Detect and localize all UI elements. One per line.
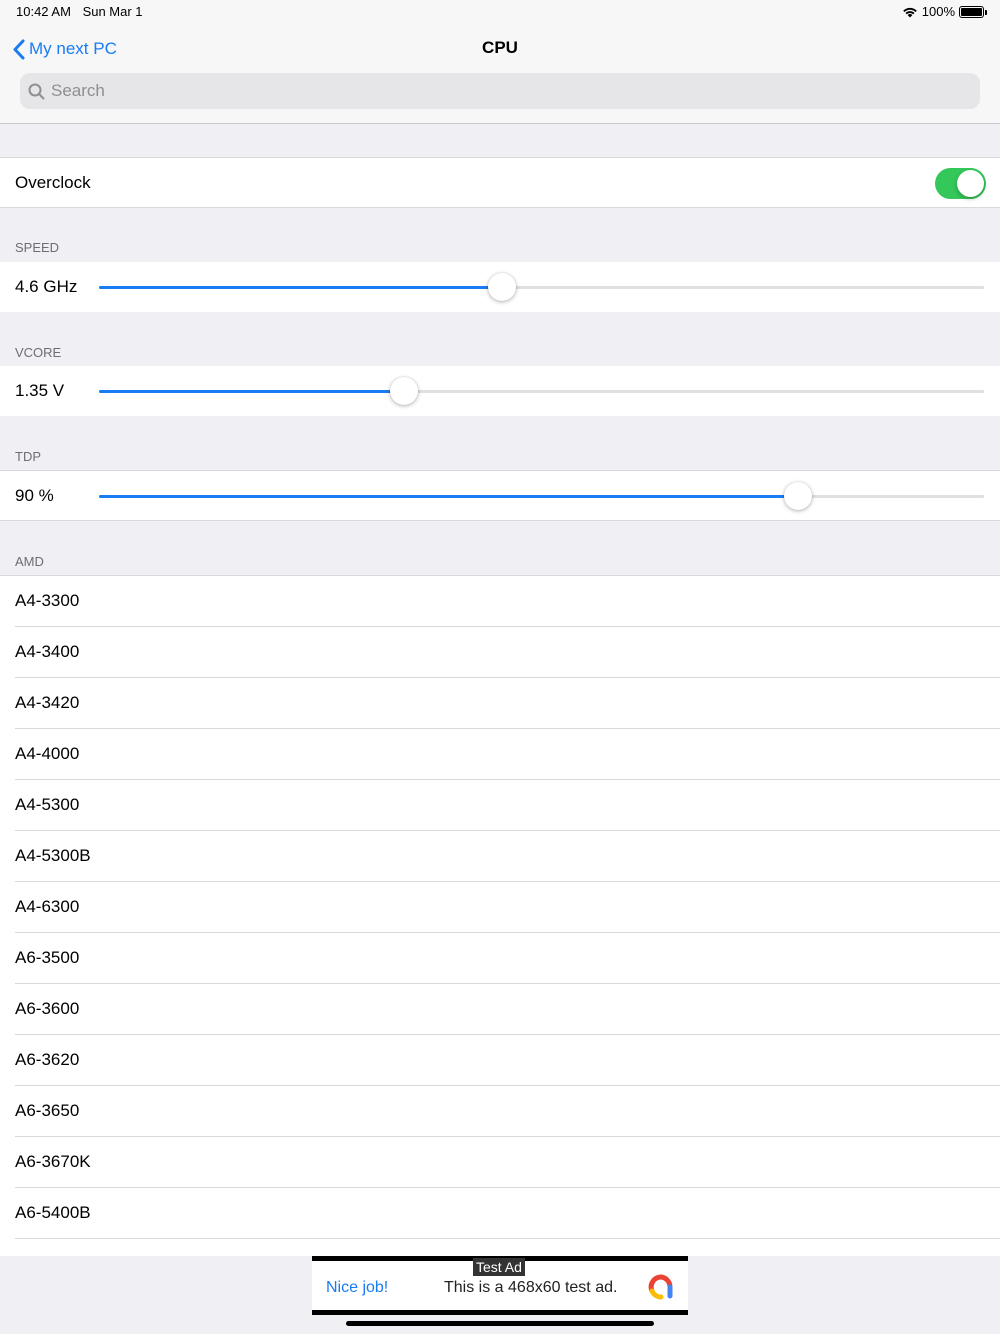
status-left: 10:42 AM Sun Mar 1 — [16, 4, 151, 19]
navigation-bar: My next PC CPU — [0, 24, 1000, 124]
home-indicator — [346, 1321, 654, 1326]
search-input[interactable] — [51, 81, 951, 101]
toggle-knob — [957, 170, 984, 197]
list-item-label: A4-5300B — [15, 846, 91, 865]
search-icon — [28, 83, 45, 99]
status-date: Sun Mar 1 — [82, 4, 143, 19]
ad-banner[interactable]: Test Ad Nice job! This is a 468x60 test … — [312, 1256, 688, 1315]
overclock-cell: Overclock — [0, 157, 1000, 208]
speed-value: 4.6 GHz — [15, 277, 78, 296]
list-item[interactable]: A6-5400B — [0, 1188, 1000, 1239]
list-item[interactable]: A4-5300 — [0, 780, 1000, 831]
status-time: 10:42 AM — [16, 4, 71, 19]
ad-headline: Nice job! — [326, 1279, 389, 1296]
list-item-label: A6-3620 — [15, 1050, 80, 1069]
ad-label: Test Ad — [473, 1258, 525, 1276]
battery-percent: 100% — [921, 4, 955, 19]
section-header-tdp: TDP — [15, 449, 41, 464]
tdp-slider[interactable] — [99, 482, 984, 510]
list-item[interactable]: A4-5300B — [0, 831, 1000, 882]
list-item[interactable]: A6-3500 — [0, 933, 1000, 984]
vcore-value: 1.35 V — [15, 381, 65, 400]
status-right: 100% — [902, 4, 987, 19]
battery-icon — [959, 5, 987, 18]
list-item-label: A4-3300 — [15, 591, 80, 610]
ad-body: This is a 468x60 test ad. — [444, 1279, 618, 1296]
speed-cell: 4.6 GHz — [0, 262, 1000, 312]
section-header-speed: SPEED — [15, 240, 60, 255]
list-item-label: A4-3400 — [15, 642, 80, 661]
list-item[interactable]: A4-4000 — [0, 729, 1000, 780]
overclock-toggle[interactable] — [935, 168, 986, 199]
slider-thumb[interactable] — [784, 482, 813, 510]
speed-slider[interactable] — [99, 273, 984, 301]
list-item-label: A6-3600 — [15, 999, 80, 1018]
list-item[interactable]: A4-3420 — [0, 678, 1000, 729]
cpu-list: A4-3300 A4-3400 A4-3420 A4-4000 A4-5300 A4-53… — [0, 575, 1000, 1256]
page-title: CPU — [482, 38, 518, 57]
list-item[interactable]: A6-3650 — [0, 1086, 1000, 1137]
section-header-amd: AMD — [15, 554, 44, 569]
list-item-label: A6-3650 — [15, 1101, 80, 1120]
list-item-label: A6-3500 — [15, 948, 80, 967]
list-item[interactable]: A4-3400 — [0, 627, 1000, 678]
list-item[interactable]: A4-3300 — [0, 576, 1000, 627]
list-item-label: A4-3420 — [15, 693, 80, 712]
slider-thumb[interactable] — [487, 273, 516, 301]
wifi-icon — [902, 7, 917, 17]
list-item-label: A6-3670K — [15, 1152, 91, 1171]
list-item-label: A6-5400B — [15, 1203, 91, 1222]
list-item[interactable]: A4-6300 — [0, 882, 1000, 933]
list-item[interactable]: A6-3600 — [0, 984, 1000, 1035]
list-item[interactable]: A6-3670K — [0, 1137, 1000, 1188]
row-separator — [15, 1238, 1000, 1239]
search-bar[interactable] — [20, 73, 980, 109]
section-header-vcore: VCORE — [15, 345, 62, 360]
slider-fill — [99, 390, 405, 393]
tdp-cell: 90 % — [0, 470, 1000, 521]
status-bar: 10:42 AM Sun Mar 1 100% — [0, 0, 1000, 24]
ad-logo-icon — [648, 1274, 673, 1300]
vcore-slider[interactable] — [99, 377, 984, 405]
list-item-label: A4-4000 — [15, 744, 80, 763]
list-item[interactable]: A6-3620 — [0, 1035, 1000, 1086]
slider-fill — [99, 495, 799, 498]
slider-fill — [99, 286, 502, 289]
list-item-label: A4-6300 — [15, 897, 80, 916]
list-item-label: A4-5300 — [15, 795, 80, 814]
tdp-value: 90 % — [15, 486, 54, 505]
overclock-label: Overclock — [15, 173, 91, 192]
vcore-cell: 1.35 V — [0, 366, 1000, 416]
slider-thumb[interactable] — [390, 377, 419, 405]
